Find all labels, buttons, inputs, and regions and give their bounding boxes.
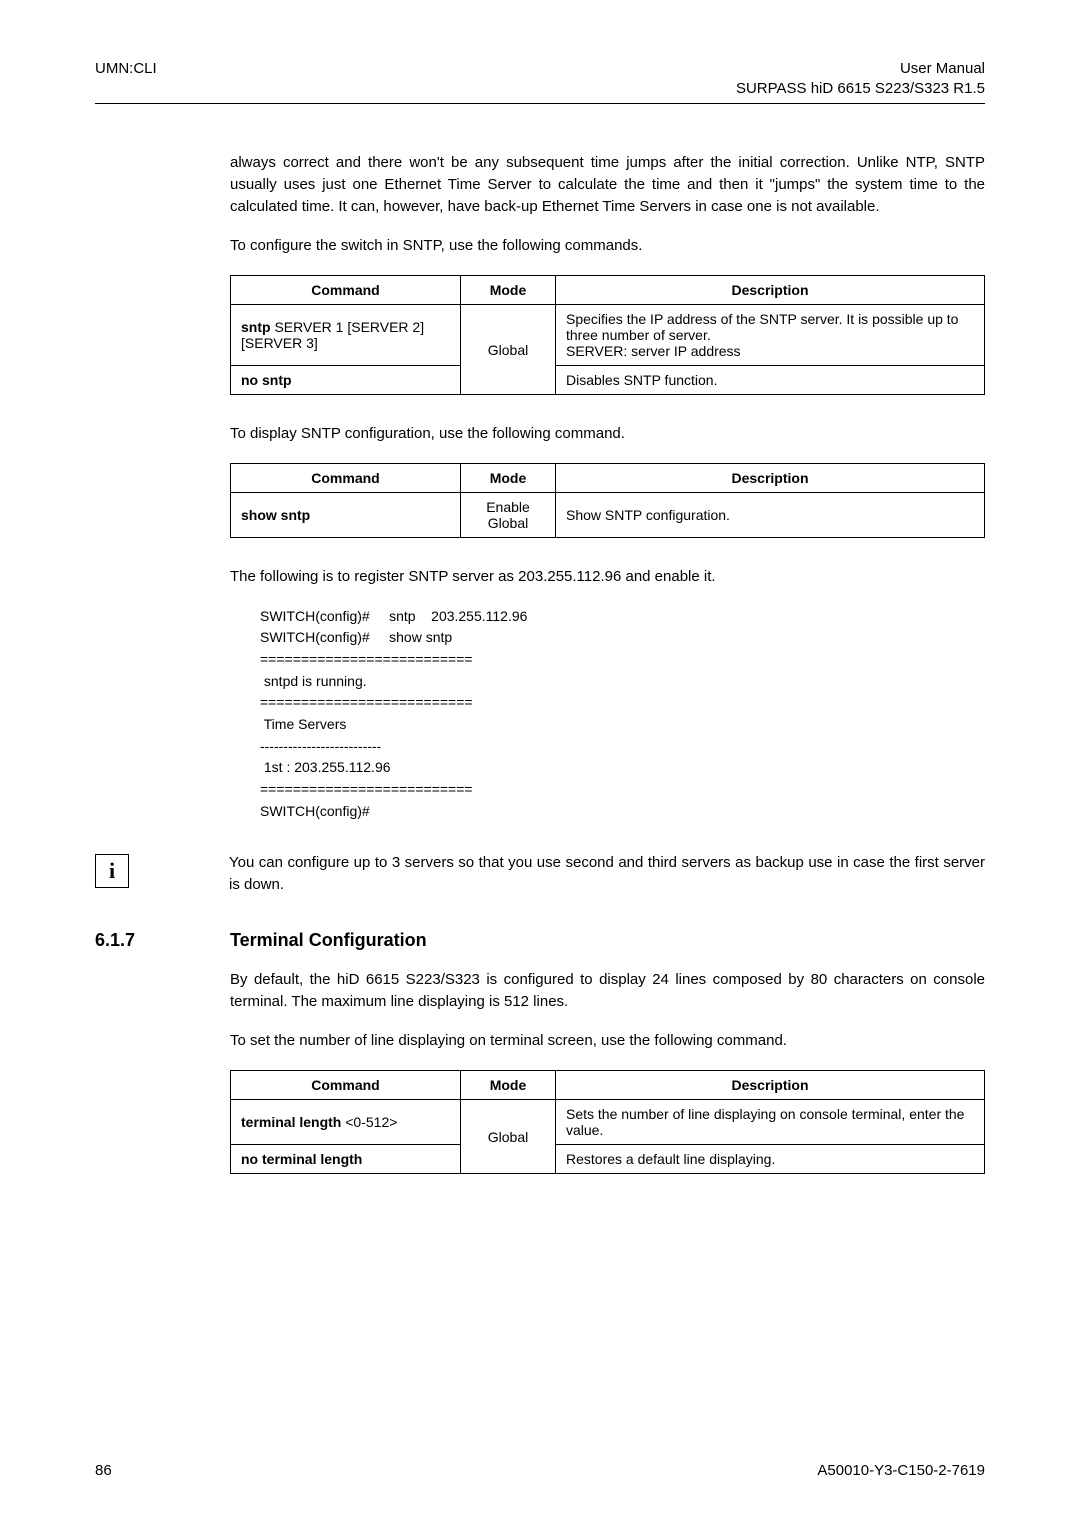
table-row: show sntp Enable Global Show SNTP config…	[231, 492, 985, 537]
cmd-keyword: no sntp	[241, 372, 292, 388]
body-paragraph: By default, the hiD 6615 S223/S323 is co…	[230, 969, 985, 1013]
table-cell: Specifies the IP address of the SNTP ser…	[556, 305, 985, 366]
table-header: Description	[556, 463, 985, 492]
table-cell: terminal length <0-512>	[231, 1100, 461, 1145]
body-paragraph: To set the number of line displaying on …	[230, 1030, 985, 1052]
body-paragraph: The following is to register SNTP server…	[230, 566, 985, 588]
table-header: Mode	[461, 276, 556, 305]
info-icon: i	[95, 854, 129, 888]
page-footer: 86 A50010-Y3-C150-2-7619	[95, 1462, 985, 1479]
header-right-top: User Manual	[900, 60, 985, 77]
header-left: UMN:CLI	[95, 60, 157, 77]
body-paragraph: always correct and there won't be any su…	[230, 152, 985, 217]
section-heading: 6.1.7 Terminal Configuration	[95, 930, 985, 951]
body-paragraph: To display SNTP configuration, use the f…	[230, 423, 985, 445]
table-row: no sntp Disables SNTP function.	[231, 366, 985, 395]
page-number: 86	[95, 1462, 112, 1479]
header-rule	[95, 103, 985, 104]
table-cell: Show SNTP configuration.	[556, 492, 985, 537]
info-text: You can configure up to 3 servers so tha…	[229, 852, 985, 896]
body-paragraph: To configure the switch in SNTP, use the…	[230, 235, 985, 257]
command-table-show-sntp: Command Mode Description show sntp Enabl…	[230, 463, 985, 538]
page-header: UMN:CLI User Manual	[95, 60, 985, 77]
cmd-keyword: terminal length	[241, 1114, 341, 1130]
table-header: Description	[556, 276, 985, 305]
table-cell: Sets the number of line displaying on co…	[556, 1100, 985, 1145]
table-row: terminal length <0-512> Global Sets the …	[231, 1100, 985, 1145]
table-cell: no sntp	[231, 366, 461, 395]
table-header: Command	[231, 463, 461, 492]
command-table-terminal: Command Mode Description terminal length…	[230, 1070, 985, 1174]
command-table-sntp: Command Mode Description sntp SERVER 1 […	[230, 275, 985, 395]
table-header: Mode	[461, 1071, 556, 1100]
table-row: sntp SERVER 1 [SERVER 2] [SERVER 3] Glob…	[231, 305, 985, 366]
table-cell: Disables SNTP function.	[556, 366, 985, 395]
table-header: Mode	[461, 463, 556, 492]
header-right-sub: SURPASS hiD 6615 S223/S323 R1.5	[736, 80, 985, 97]
info-note: i You can configure up to 3 servers so t…	[95, 852, 985, 896]
cmd-args: <0-512>	[341, 1114, 397, 1130]
table-cell: no terminal length	[231, 1145, 461, 1174]
cmd-keyword: show sntp	[241, 507, 310, 523]
table-header-row: Command Mode Description	[231, 463, 985, 492]
doc-id: A50010-Y3-C150-2-7619	[817, 1462, 985, 1479]
table-cell: Enable Global	[461, 492, 556, 537]
cmd-keyword: sntp	[241, 319, 271, 335]
table-header-row: Command Mode Description	[231, 1071, 985, 1100]
table-header: Command	[231, 1071, 461, 1100]
table-header: Description	[556, 1071, 985, 1100]
section-title: Terminal Configuration	[230, 930, 427, 951]
table-header-row: Command Mode Description	[231, 276, 985, 305]
table-header: Command	[231, 276, 461, 305]
table-cell: Global	[461, 305, 556, 395]
cmd-keyword: no terminal length	[241, 1151, 362, 1167]
table-row: no terminal length Restores a default li…	[231, 1145, 985, 1174]
table-cell: Global	[461, 1100, 556, 1174]
table-cell: show sntp	[231, 492, 461, 537]
section-number: 6.1.7	[95, 930, 230, 951]
code-block: SWITCH(config)# sntp 203.255.112.96 SWIT…	[260, 606, 985, 823]
page-header-sub: SURPASS hiD 6615 S223/S323 R1.5	[95, 80, 985, 97]
table-cell: Restores a default line displaying.	[556, 1145, 985, 1174]
table-cell: sntp SERVER 1 [SERVER 2] [SERVER 3]	[231, 305, 461, 366]
